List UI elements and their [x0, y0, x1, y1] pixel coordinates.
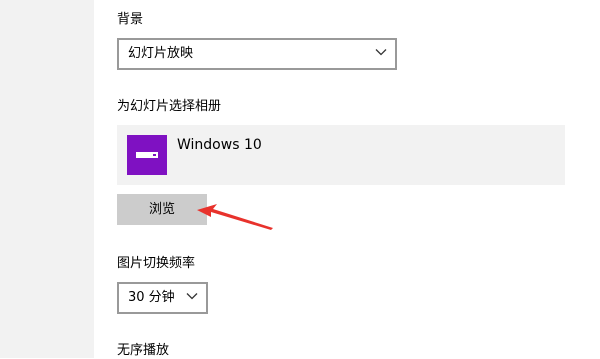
background-dropdown[interactable]: 幻灯片放映	[117, 38, 397, 70]
folder-album-icon	[127, 135, 167, 175]
background-settings-panel: 背景 幻灯片放映 为幻灯片选择相册 Windows 10 浏览 图片切换频率 3…	[94, 0, 600, 358]
browse-button[interactable]: 浏览	[117, 194, 207, 225]
album-name: Windows 10	[177, 137, 262, 153]
interval-dropdown[interactable]: 30 分钟	[117, 282, 208, 314]
red-arrow-icon	[197, 204, 273, 230]
album-card[interactable]: Windows 10	[117, 125, 565, 185]
background-label: 背景	[117, 12, 144, 27]
album-section-label: 为幻灯片选择相册	[117, 99, 222, 114]
interval-label: 图片切换频率	[117, 256, 196, 271]
settings-sidebar	[0, 0, 94, 358]
interval-dropdown-value: 30 分钟	[128, 290, 175, 305]
background-dropdown-value: 幻灯片放映	[128, 46, 194, 61]
chevron-down-icon	[375, 49, 387, 56]
shuffle-label: 无序播放	[117, 343, 170, 358]
chevron-down-icon	[186, 293, 198, 300]
